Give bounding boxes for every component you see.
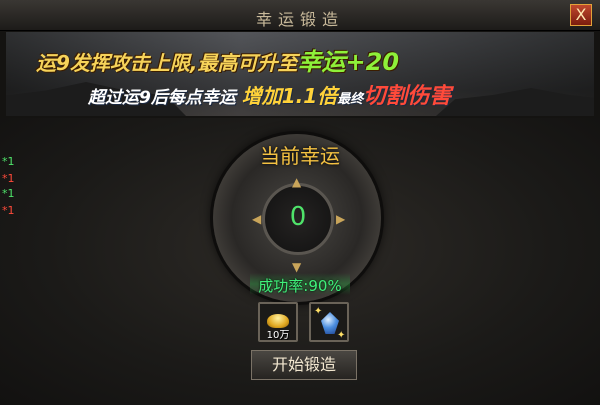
luck-value: 0 bbox=[289, 202, 307, 232]
banner-luck-highlight: 幸运+20 bbox=[297, 48, 400, 76]
luck-title: 当前幸运 bbox=[260, 144, 340, 168]
material-slot-gem[interactable]: ✦ ✦ bbox=[309, 302, 349, 342]
material-quantity: 10万 bbox=[266, 330, 290, 341]
side-stat: *1 bbox=[2, 187, 15, 200]
material-slot-gold[interactable]: 10万 bbox=[258, 302, 298, 342]
success-rate: 成功率:90% bbox=[0, 275, 600, 296]
banner-damage-highlight: 切割伤害 bbox=[363, 84, 452, 109]
arrow-right-icon: ▶ bbox=[336, 212, 346, 226]
window-title: 幸运锻造 bbox=[255, 10, 344, 29]
banner-increase-highlight: 增加1.1倍 bbox=[241, 84, 338, 108]
side-stat: *1 bbox=[2, 204, 15, 217]
start-forge-button[interactable]: 开始锻造 bbox=[251, 350, 357, 380]
side-stat: *1 bbox=[2, 172, 15, 185]
close-button[interactable]: X bbox=[570, 4, 592, 26]
sparkle-icon: ✦ bbox=[314, 306, 323, 317]
arrow-up-icon: ▲ bbox=[292, 175, 302, 189]
success-rate-label: 成功率: bbox=[258, 277, 309, 295]
arrow-left-icon: ◀ bbox=[252, 212, 262, 226]
success-rate-value: 90% bbox=[308, 277, 342, 295]
arrow-down-icon: ▼ bbox=[292, 260, 302, 274]
banner-line-2: 超过运9后每点幸运 增加1.1倍最终切割伤害 bbox=[88, 78, 451, 110]
banner-line-1-text: 运9发挥攻击上限,最高可升至 bbox=[36, 51, 298, 75]
roof-silhouette bbox=[436, 88, 594, 116]
banner-line-2-text: 超过运9后每点幸运 bbox=[88, 88, 236, 108]
banner-line-1: 运9发挥攻击上限,最高可升至幸运+20 bbox=[36, 42, 399, 77]
sparkle-icon: ✦ bbox=[337, 330, 346, 341]
title-bar: 幸运锻造 X bbox=[0, 0, 600, 31]
banner-line-2-mid: 最终 bbox=[337, 92, 364, 107]
promo-banner: 运9发挥攻击上限,最高可升至幸运+20 超过运9后每点幸运 增加1.1倍最终切割… bbox=[6, 32, 594, 116]
